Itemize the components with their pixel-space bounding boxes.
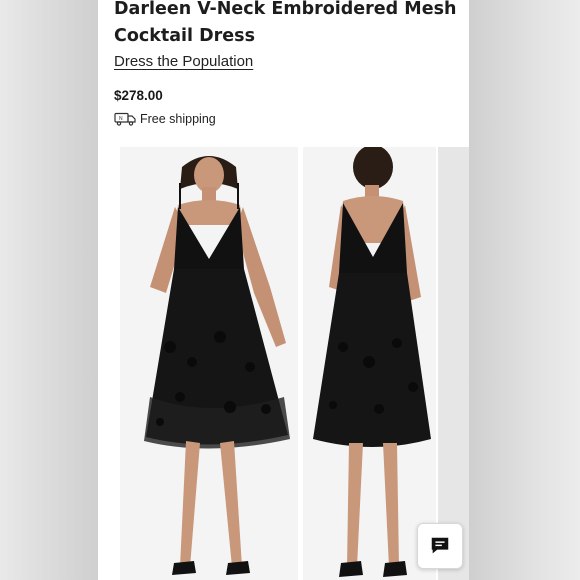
dress-front-photo[interactable] [120, 147, 298, 580]
brand-link[interactable]: Dress the Population [114, 53, 253, 70]
dress-back-illustration [303, 147, 436, 580]
truck-icon: N [114, 112, 136, 126]
shipping-label: Free shipping [140, 112, 216, 126]
product-image-gallery[interactable] [98, 147, 469, 580]
shipping-info: N Free shipping [114, 112, 216, 126]
dress-back-photo[interactable] [303, 147, 436, 580]
product-panel: Darleen V-Neck Embroidered Mesh Cocktail… [98, 0, 469, 580]
next-photo-peek[interactable] [438, 147, 469, 580]
blurred-backdrop-right [469, 0, 580, 580]
svg-text:N: N [119, 116, 123, 122]
chat-icon [431, 537, 449, 554]
product-price: $278.00 [114, 88, 163, 103]
chat-button[interactable] [417, 523, 463, 569]
product-title: Darleen V-Neck Embroidered Mesh Cocktail… [114, 0, 457, 46]
blurred-backdrop-left [0, 0, 98, 580]
dress-front-illustration [120, 147, 298, 580]
